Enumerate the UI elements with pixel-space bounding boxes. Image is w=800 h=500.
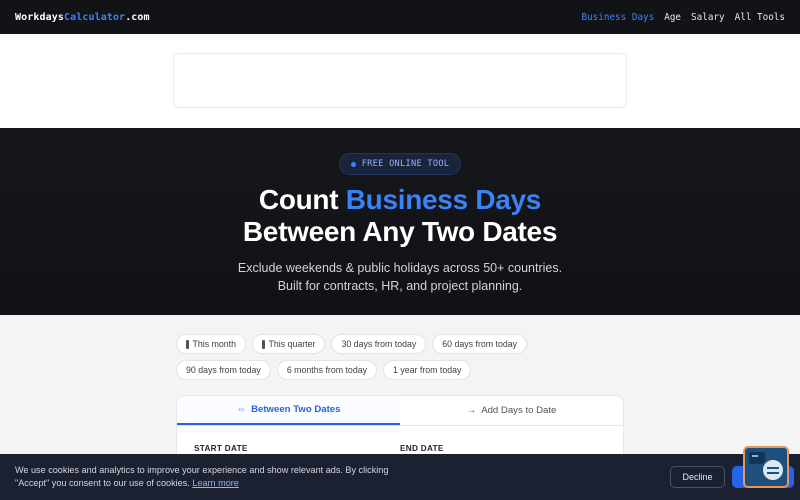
date-field-labels: START DATE END DATE xyxy=(177,426,623,453)
nav-link-age[interactable]: Age xyxy=(664,12,681,23)
logo-part-domain: .com xyxy=(125,11,150,23)
hero-subtitle-line2: Built for contracts, HR, and project pla… xyxy=(277,279,523,293)
calendar-bar-icon xyxy=(186,339,189,349)
hero-title-line2: Between Any Two Dates xyxy=(242,216,558,247)
tab-between-two-dates[interactable]: ⇔ Between Two Dates xyxy=(177,396,400,425)
tab-label: Add Days to Date xyxy=(481,405,557,416)
quick-range-chips: This month This quarter 30 days from tod… xyxy=(176,334,626,380)
tab-add-days[interactable]: → Add Days to Date xyxy=(400,396,623,425)
chip-label: 60 days from today xyxy=(442,339,518,349)
nav-link-all-tools[interactable]: All Tools xyxy=(735,12,785,23)
cookie-banner: We use cookies and analytics to improve … xyxy=(0,454,800,500)
chip-label: This month xyxy=(192,339,237,349)
chip-label: This quarter xyxy=(268,339,316,349)
learn-more-link[interactable]: Learn more xyxy=(192,478,239,488)
site-logo[interactable]: WorkdaysCalculator.com xyxy=(15,12,150,23)
chip-label: 30 days from today xyxy=(341,339,417,349)
logo-part-calculator: Calculator xyxy=(63,11,126,23)
badge-dot-icon xyxy=(350,161,356,167)
nav-link-business-days[interactable]: Business Days xyxy=(581,12,654,23)
hero-subtitle: Exclude weekends & public holidays acros… xyxy=(0,259,800,295)
start-date-label: START DATE xyxy=(194,444,248,453)
ad-placeholder xyxy=(173,53,627,108)
chip-30-days[interactable]: 30 days from today xyxy=(331,334,427,354)
hero-title-highlight: Business Days xyxy=(345,184,542,215)
top-navbar: WorkdaysCalculator.com Business Days Age… xyxy=(0,0,800,34)
double-arrow-icon: ⇔ xyxy=(236,404,247,415)
chip-1-year[interactable]: 1 year from today xyxy=(383,360,472,380)
nav-links: Business Days Age Salary All Tools xyxy=(581,12,785,23)
chip-label: 6 months from today xyxy=(286,365,367,375)
end-date-label: END DATE xyxy=(400,444,444,453)
hero-section: FREE ONLINE TOOL Count Business Days Bet… xyxy=(0,128,800,315)
chip-6-months[interactable]: 6 months from today xyxy=(276,360,377,380)
chip-label: 90 days from today xyxy=(186,365,261,375)
ad-band xyxy=(0,34,800,128)
chip-label: 1 year from today xyxy=(393,365,462,375)
chip-60-days[interactable]: 60 days from today xyxy=(432,334,528,354)
free-tool-badge: FREE ONLINE TOOL xyxy=(339,153,461,175)
badge-label: FREE ONLINE TOOL xyxy=(361,159,450,169)
hero-subtitle-line1: Exclude weekends & public holidays acros… xyxy=(237,261,563,275)
nav-link-salary[interactable]: Salary xyxy=(691,12,725,23)
chip-this-month[interactable]: This month xyxy=(176,334,247,354)
chip-90-days[interactable]: 90 days from today xyxy=(176,360,271,380)
hero-title-prefix: Count xyxy=(258,184,346,215)
calculator-tabs: ⇔ Between Two Dates → Add Days to Date xyxy=(177,396,623,426)
chip-this-quarter[interactable]: This quarter xyxy=(252,334,326,354)
calendar-bar-icon xyxy=(262,339,265,349)
cookie-text: We use cookies and analytics to improve … xyxy=(15,464,415,490)
menu-lines-icon xyxy=(761,458,785,482)
hero-title: Count Business Days Between Any Two Date… xyxy=(0,184,800,248)
tab-label: Between Two Dates xyxy=(251,404,341,415)
logo-part-workdays: Workdays xyxy=(15,11,64,23)
decline-button[interactable]: Decline xyxy=(670,466,725,488)
arrow-right-icon: → xyxy=(466,405,477,416)
floating-help-widget[interactable] xyxy=(743,446,789,488)
